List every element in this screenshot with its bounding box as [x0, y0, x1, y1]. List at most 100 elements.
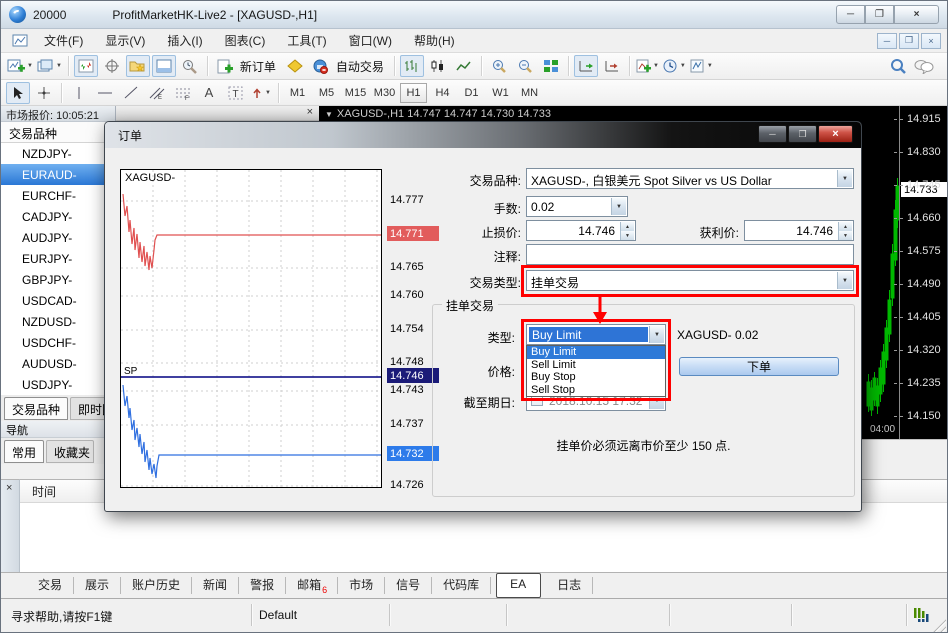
- timeframe-button[interactable]: D1: [458, 83, 485, 103]
- menu-window[interactable]: 窗口(W): [338, 29, 403, 52]
- market-watch-toggle[interactable]: [74, 55, 98, 77]
- symbol-row[interactable]: AUDUSD-: [1, 353, 115, 374]
- symbol-select[interactable]: XAGUSD-, 白银美元 Spot Silver vs US Dollar▼: [526, 168, 854, 189]
- zoom-in-button[interactable]: [487, 55, 511, 77]
- dropdown-arrow-icon[interactable]: ▼: [611, 198, 626, 215]
- chat-button[interactable]: [912, 55, 936, 77]
- menu-help[interactable]: 帮助(H): [403, 29, 466, 52]
- terminal-tab[interactable]: 代码库: [432, 576, 491, 595]
- child-minimize-button[interactable]: ─: [877, 33, 897, 49]
- terminal-tab[interactable]: EA: [496, 573, 541, 598]
- fibonacci-tool[interactable]: F: [171, 82, 195, 104]
- minimize-button[interactable]: ─: [836, 5, 865, 24]
- volume-select[interactable]: 0.02▼: [526, 196, 628, 217]
- candlestick-chart-button[interactable]: [426, 55, 450, 77]
- auto-scroll-button[interactable]: [574, 55, 598, 77]
- text-label-tool[interactable]: T: [223, 82, 247, 104]
- tab-symbols[interactable]: 交易品种: [4, 397, 68, 420]
- takeprofit-input[interactable]: 14.746▲▼: [744, 220, 854, 241]
- tab-tick-chart[interactable]: 即时图表: [70, 397, 108, 420]
- dialog-title-bar[interactable]: 订单 ─ ❐ ×: [105, 122, 861, 148]
- child-restore-button[interactable]: ❐: [899, 33, 919, 49]
- spinner-up-icon[interactable]: ▲: [838, 222, 852, 231]
- timeframe-button[interactable]: MN: [516, 83, 543, 103]
- tab-common[interactable]: 常用: [4, 440, 44, 463]
- data-window-button[interactable]: [100, 55, 124, 77]
- symbol-row[interactable]: USDJPY-: [1, 374, 115, 395]
- dropdown-arrow-icon[interactable]: ▼: [837, 170, 852, 187]
- periods-button[interactable]: [662, 55, 687, 77]
- tab-favorites[interactable]: 收藏夹: [46, 440, 94, 463]
- autotrading-label[interactable]: 自动交易: [336, 58, 384, 75]
- equidistant-channel-tool[interactable]: E: [145, 82, 169, 104]
- child-close-button[interactable]: ×: [921, 33, 941, 49]
- bar-chart-button[interactable]: [400, 55, 424, 77]
- timeframe-button[interactable]: M5: [313, 83, 340, 103]
- terminal-toggle[interactable]: [152, 55, 176, 77]
- stoploss-input[interactable]: 14.746▲▼: [526, 220, 636, 241]
- restore-button[interactable]: ❐: [865, 5, 894, 24]
- symbol-row[interactable]: NZDUSD-: [1, 311, 115, 332]
- autotrading-button[interactable]: [309, 55, 333, 77]
- text-tool[interactable]: A: [197, 82, 221, 104]
- close-button[interactable]: ×: [894, 5, 939, 24]
- symbol-row[interactable]: EURCHF-: [1, 185, 115, 206]
- timeframe-button[interactable]: M30: [371, 83, 398, 103]
- chart-shift-button[interactable]: [600, 55, 624, 77]
- dialog-close-button[interactable]: ×: [818, 125, 853, 143]
- symbol-row[interactable]: GBPJPY-: [1, 269, 115, 290]
- symbol-row[interactable]: EURJPY-: [1, 248, 115, 269]
- terminal-tab[interactable]: 交易: [27, 576, 74, 595]
- terminal-tab[interactable]: 邮箱6: [286, 576, 338, 595]
- terminal-tab[interactable]: 警报: [239, 576, 286, 595]
- symbol-row[interactable]: CADJPY-: [1, 206, 115, 227]
- terminal-tab[interactable]: 新闻: [192, 576, 239, 595]
- timeframe-button[interactable]: H1: [400, 83, 427, 103]
- new-chart-button[interactable]: [6, 55, 34, 77]
- terminal-tab[interactable]: 信号: [385, 576, 432, 595]
- strategy-tester-button[interactable]: [178, 55, 202, 77]
- dialog-minimize-button[interactable]: ─: [758, 125, 787, 143]
- line-chart-button[interactable]: [452, 55, 476, 77]
- search-button[interactable]: [886, 55, 910, 77]
- arrows-tool[interactable]: [249, 82, 273, 104]
- place-order-button[interactable]: 下单: [679, 357, 839, 376]
- terminal-tab[interactable]: 市场: [338, 576, 385, 595]
- timeframe-button[interactable]: H4: [429, 83, 456, 103]
- tile-windows-button[interactable]: [539, 55, 563, 77]
- menu-insert[interactable]: 插入(I): [156, 29, 213, 52]
- symbol-row[interactable]: USDCHF-: [1, 332, 115, 353]
- vertical-line-tool[interactable]: [67, 82, 91, 104]
- trendline-tool[interactable]: [119, 82, 143, 104]
- menu-file[interactable]: 文件(F): [33, 29, 94, 52]
- resize-grip[interactable]: [930, 617, 946, 633]
- close-panel-icon[interactable]: ×: [307, 106, 313, 118]
- new-order-button[interactable]: [213, 55, 237, 77]
- navigator-toggle[interactable]: [126, 55, 150, 77]
- symbol-row[interactable]: AUDJPY-: [1, 227, 115, 248]
- indicators-button[interactable]: [635, 55, 660, 77]
- timeframe-button[interactable]: M15: [342, 83, 369, 103]
- terminal-tab[interactable]: 账户历史: [121, 576, 192, 595]
- menu-tools[interactable]: 工具(T): [276, 29, 337, 52]
- crosshair-tool[interactable]: [32, 82, 56, 104]
- close-terminal-icon[interactable]: ×: [6, 482, 12, 494]
- timeframe-button[interactable]: W1: [487, 83, 514, 103]
- symbol-row[interactable]: EURAUD-: [1, 164, 115, 185]
- terminal-tab[interactable]: 展示: [74, 576, 121, 595]
- price-scale[interactable]: 14.733 14.91514.83014.74514.66014.57514.…: [899, 106, 948, 439]
- symbol-row[interactable]: NZDJPY-: [1, 143, 115, 164]
- spinner-down-icon[interactable]: ▼: [838, 231, 852, 240]
- templates-button[interactable]: [689, 55, 714, 77]
- comment-input[interactable]: [526, 244, 854, 265]
- cursor-tool[interactable]: [6, 82, 30, 104]
- terminal-tab[interactable]: 日志: [546, 576, 593, 595]
- profiles-button[interactable]: [36, 55, 63, 77]
- menu-charts[interactable]: 图表(C): [214, 29, 277, 52]
- new-order-label[interactable]: 新订单: [240, 58, 276, 75]
- symbol-row[interactable]: USDCAD-: [1, 290, 115, 311]
- timeframe-button[interactable]: M1: [284, 83, 311, 103]
- metaeditor-button[interactable]: [283, 55, 307, 77]
- zoom-out-button[interactable]: [513, 55, 537, 77]
- horizontal-line-tool[interactable]: [93, 82, 117, 104]
